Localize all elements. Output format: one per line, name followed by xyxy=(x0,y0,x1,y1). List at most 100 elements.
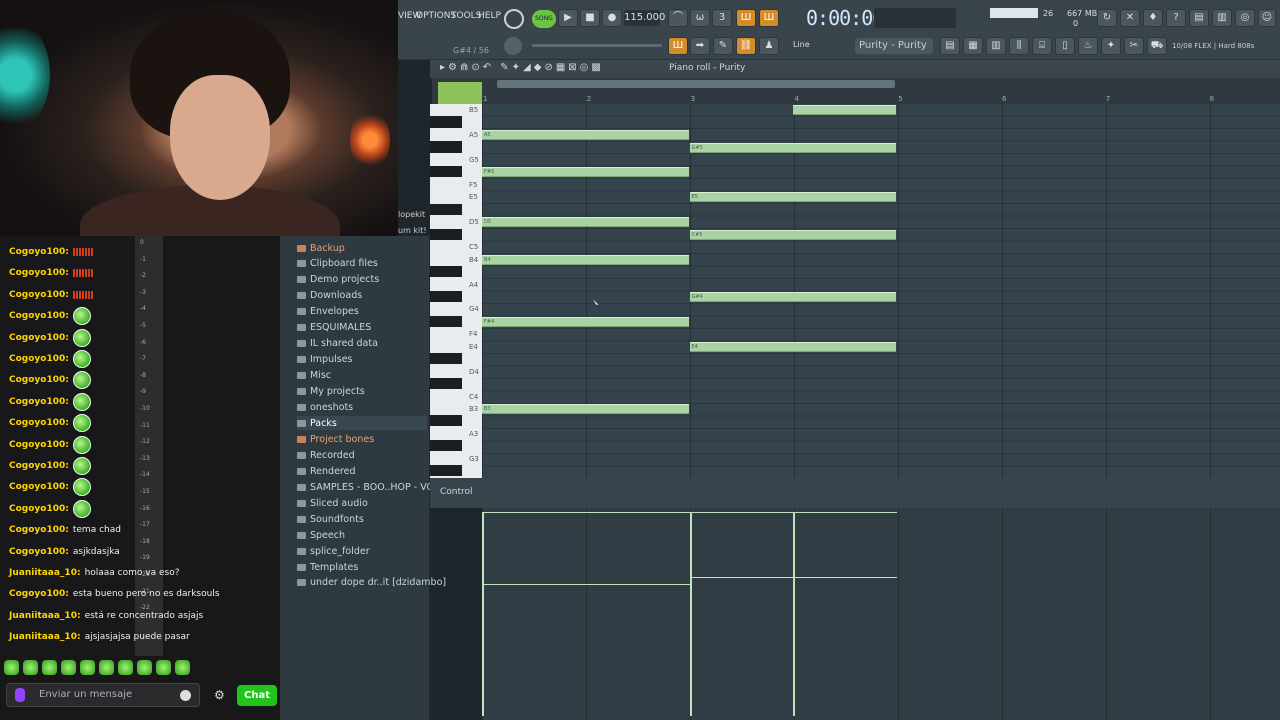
play-button[interactable]: ▶ xyxy=(558,9,578,27)
black-key[interactable] xyxy=(430,141,462,153)
browser-folder[interactable]: Recorded xyxy=(297,448,355,462)
browser-folder[interactable]: Soundfonts xyxy=(297,512,364,526)
velocity-lane[interactable] xyxy=(482,508,1280,720)
export-icon[interactable]: ▥ xyxy=(1212,9,1232,27)
metronome-icon[interactable]: ⌒ xyxy=(668,9,688,27)
wrench-icon[interactable]: ✦ xyxy=(1101,37,1121,55)
chat-username[interactable]: Cogoyo100: xyxy=(9,311,69,321)
black-key[interactable] xyxy=(430,290,462,302)
pencil-icon[interactable]: ✎ xyxy=(713,37,733,55)
chat-username[interactable]: Cogoyo100: xyxy=(9,268,69,278)
plugin-picker-icon[interactable]: ▯ xyxy=(1055,37,1075,55)
velocity-stem[interactable] xyxy=(689,512,692,716)
browser-folder[interactable]: oneshots xyxy=(297,401,353,415)
piano-note[interactable]: G#5 xyxy=(689,142,897,153)
browser-folder[interactable]: IL shared data xyxy=(297,337,378,351)
loop-record-icon[interactable]: Ш xyxy=(759,9,779,27)
chat-username[interactable]: Juaniitaaa_10: xyxy=(9,568,81,578)
black-key[interactable] xyxy=(430,228,462,240)
chat-username[interactable]: Cogoyo100: xyxy=(9,247,69,257)
bar-number[interactable]: 3 xyxy=(691,95,695,103)
chat-username[interactable]: Cogoyo100: xyxy=(9,461,69,471)
piano-note[interactable]: E5 xyxy=(689,192,897,203)
black-key[interactable] xyxy=(430,440,462,452)
chat-username[interactable]: Cogoyo100: xyxy=(9,375,69,385)
browser-folder[interactable]: Sliced audio xyxy=(297,496,368,510)
browser-folder[interactable]: Demo projects xyxy=(297,273,379,287)
mixer-icon[interactable]: ⫼ xyxy=(1009,37,1029,55)
record-button[interactable]: ● xyxy=(602,9,622,27)
browser-folder[interactable]: Rendered xyxy=(297,464,356,478)
menu-help[interactable]: HELP xyxy=(478,11,501,21)
piano-roll-tools[interactable]: ▸⚙⋒⊙↶ ✎✦◢◆⊘▦⊠◎▩ xyxy=(440,62,604,73)
emote-bar[interactable] xyxy=(4,657,279,677)
black-key[interactable] xyxy=(430,315,462,327)
chat-username[interactable]: Cogoyo100: xyxy=(9,504,69,514)
browser-folder[interactable]: My projects xyxy=(297,385,365,399)
browser-folder[interactable]: Misc xyxy=(297,369,331,383)
black-key[interactable] xyxy=(430,116,462,128)
plugin-icon[interactable]: ♨ xyxy=(1078,37,1098,55)
piano-note[interactable]: F#4 xyxy=(482,316,689,327)
snap-selector[interactable]: Line xyxy=(793,40,810,49)
stop-button[interactable]: ■ xyxy=(580,9,600,27)
bar-number[interactable]: 4 xyxy=(794,95,798,103)
browser-folder[interactable]: SAMPLES - BOO..HOP - VOL 1 xyxy=(297,480,448,494)
black-key[interactable] xyxy=(430,166,462,178)
control-label[interactable]: Control xyxy=(440,487,473,497)
cart-icon[interactable]: ⛟ xyxy=(1147,37,1167,55)
gear-icon[interactable]: ⚙ xyxy=(214,688,225,702)
chat-username[interactable]: Juaniitaaa_10: xyxy=(9,611,81,621)
mic-record-icon[interactable]: ♦ xyxy=(1143,9,1163,27)
refresh-icon[interactable]: ↻ xyxy=(1097,9,1117,27)
save-icon[interactable]: ▤ xyxy=(1189,9,1209,27)
piano-roll-icon[interactable]: ▦ xyxy=(963,37,983,55)
browser-folder[interactable]: Impulses xyxy=(297,353,353,367)
bar-number[interactable]: 1 xyxy=(483,95,487,103)
chat-username[interactable]: Juaniitaaa_10: xyxy=(9,632,81,642)
master-volume-knob[interactable] xyxy=(504,37,522,55)
piano-note[interactable]: E4 xyxy=(689,341,897,352)
black-key[interactable] xyxy=(430,353,462,365)
black-key[interactable] xyxy=(430,465,462,477)
mic-icon[interactable] xyxy=(15,688,25,702)
browser-folder[interactable]: Backup xyxy=(297,241,345,255)
black-key[interactable] xyxy=(430,377,462,390)
browser-folder[interactable]: Envelopes xyxy=(297,305,359,319)
tempo-tap-icon[interactable] xyxy=(504,9,524,29)
browser-folder[interactable]: Speech xyxy=(297,528,345,542)
piano-note[interactable]: F#5 xyxy=(482,167,689,178)
emoji-icon[interactable] xyxy=(180,690,191,701)
chat-username[interactable]: Cogoyo100: xyxy=(9,525,69,535)
pattern-icon[interactable]: Ш xyxy=(668,37,688,55)
browser-folder[interactable]: Downloads xyxy=(297,289,362,303)
snap-corner[interactable] xyxy=(438,82,482,104)
user-icon[interactable]: ☺ xyxy=(1258,9,1276,27)
chat-username[interactable]: Cogoyo100: xyxy=(9,547,69,557)
chat-username[interactable]: Cogoyo100: xyxy=(9,589,69,599)
chat-username[interactable]: Cogoyo100: xyxy=(9,290,69,300)
stamp-icon[interactable]: ♟ xyxy=(759,37,779,55)
bar-number[interactable]: 7 xyxy=(1106,95,1110,103)
browser-folder[interactable]: Templates xyxy=(297,560,358,574)
scissors-icon[interactable]: ✂ xyxy=(1124,37,1144,55)
master-pitch-slider[interactable] xyxy=(532,44,662,47)
horizontal-scrollbar[interactable] xyxy=(497,80,895,88)
browser-folder[interactable]: ESQUIMALES xyxy=(297,321,371,335)
chat-input[interactable]: Enviar un mensaje xyxy=(6,683,200,707)
menu-tools[interactable]: TOOLS xyxy=(451,11,481,21)
piano-note[interactable] xyxy=(793,105,897,116)
chat-username[interactable]: Cogoyo100: xyxy=(9,440,69,450)
piano-note[interactable]: D5 xyxy=(482,217,689,228)
playlist-icon[interactable]: ▤ xyxy=(940,37,960,55)
chat-username[interactable]: Cogoyo100: xyxy=(9,482,69,492)
chat-username[interactable]: Cogoyo100: xyxy=(9,418,69,428)
browser-folder[interactable]: under dope dr..it [dzidambo] xyxy=(297,576,446,590)
tempo-display[interactable]: 115.000 xyxy=(624,10,665,26)
piano-note[interactable]: A5 xyxy=(482,130,689,141)
black-key[interactable] xyxy=(430,415,462,427)
velocity-cap[interactable] xyxy=(793,512,898,513)
piano-note[interactable]: B3 xyxy=(482,404,689,415)
chat-username[interactable]: Cogoyo100: xyxy=(9,397,69,407)
tools-icon[interactable]: ✕ xyxy=(1120,9,1140,27)
